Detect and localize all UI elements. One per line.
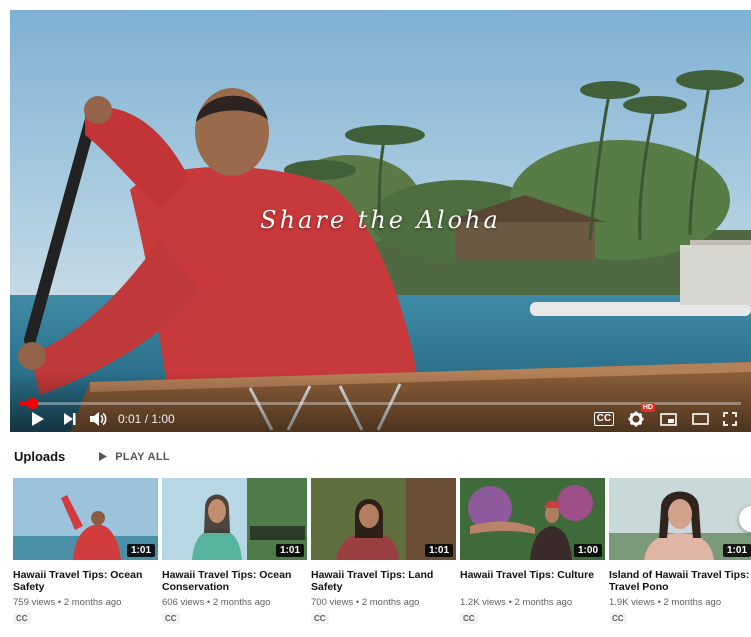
video-duration: 1:01 [126, 544, 155, 557]
video-meta: 606 views • 2 months ago [162, 597, 271, 608]
video-card[interactable]: 1:01 Hawaii Travel Tips: Ocean Conservat… [162, 478, 307, 626]
video-thumbnail[interactable]: 1:00 [460, 478, 605, 560]
video-title[interactable]: Hawaii Travel Tips: Ocean Safety [13, 569, 158, 593]
play-all-button[interactable]: PLAY ALL [99, 451, 170, 463]
gear-icon [628, 411, 644, 427]
cc-badge: CC [609, 613, 627, 624]
play-icon [32, 412, 44, 426]
video-thumbnail[interactable]: 1:01 [13, 478, 158, 560]
fullscreen-button[interactable] [719, 406, 741, 432]
play-button[interactable] [20, 406, 56, 432]
volume-icon [90, 412, 107, 426]
fullscreen-icon [723, 412, 737, 426]
video-duration: 1:01 [275, 544, 304, 557]
settings-button[interactable]: HD [623, 403, 655, 432]
video-card[interactable]: 1:01 Hawaii Travel Tips: Ocean Safety 75… [13, 478, 158, 626]
skip-next-icon [64, 413, 76, 425]
next-button[interactable] [56, 406, 84, 432]
video-player[interactable]: Share the Aloha 0:01 / 1:00 CC HD [10, 10, 751, 432]
video-card[interactable]: 1:00 Hawaii Travel Tips: Culture 1.2K vi… [460, 478, 605, 626]
video-shelf: 1:01 Hawaii Travel Tips: Ocean Safety 75… [13, 478, 751, 637]
video-meta: 759 views • 2 months ago [13, 597, 122, 608]
video-title[interactable]: Hawaii Travel Tips: Culture [460, 569, 605, 593]
miniplayer-icon [659, 412, 677, 426]
video-duration: 1:01 [722, 544, 751, 557]
video-duration: 1:01 [424, 544, 453, 557]
player-controls-right: CC HD [591, 403, 741, 432]
video-title[interactable]: Hawaii Travel Tips: Ocean Conservation [162, 569, 307, 593]
video-thumbnail[interactable]: 1:01 [609, 478, 751, 560]
video-title[interactable]: Island of Hawaii Travel Tips: Travel Pon… [609, 569, 751, 593]
video-meta: 1.2K views • 2 months ago [460, 597, 573, 608]
theater-mode-button[interactable] [687, 406, 713, 432]
player-controls: 0:01 / 1:00 CC HD [10, 403, 751, 432]
theater-mode-icon [691, 413, 709, 425]
video-meta: 1.9K views • 2 months ago [609, 597, 722, 608]
time-display: 0:01 / 1:00 [118, 412, 175, 426]
video-title-overlay: Share the Aloha [260, 206, 501, 234]
cc-badge: CC [13, 613, 31, 624]
progress-bar[interactable] [20, 398, 741, 409]
video-title[interactable]: Hawaii Travel Tips: Land Safety [311, 569, 456, 593]
cc-badge: CC [162, 613, 180, 624]
video-thumbnail[interactable]: 1:01 [162, 478, 307, 560]
shelf-header: Uploads PLAY ALL [14, 449, 170, 464]
video-duration: 1:00 [573, 544, 602, 557]
cc-badge: CC [311, 613, 329, 624]
video-thumbnail[interactable]: 1:01 [311, 478, 456, 560]
captions-button[interactable]: CC [591, 406, 617, 432]
play-all-label: PLAY ALL [115, 450, 170, 463]
shelf-title[interactable]: Uploads [14, 449, 65, 464]
miniplayer-button[interactable] [655, 406, 681, 432]
video-meta: 700 views • 2 months ago [311, 597, 420, 608]
mute-button[interactable] [84, 406, 112, 432]
play-icon [99, 452, 108, 461]
video-card[interactable]: 1:01 Island of Hawaii Travel Tips: Trave… [609, 478, 751, 626]
captions-icon: CC [593, 412, 615, 426]
video-card[interactable]: 1:01 Hawaii Travel Tips: Land Safety 700… [311, 478, 456, 626]
cc-badge: CC [460, 613, 478, 624]
hd-badge: HD [640, 403, 655, 412]
